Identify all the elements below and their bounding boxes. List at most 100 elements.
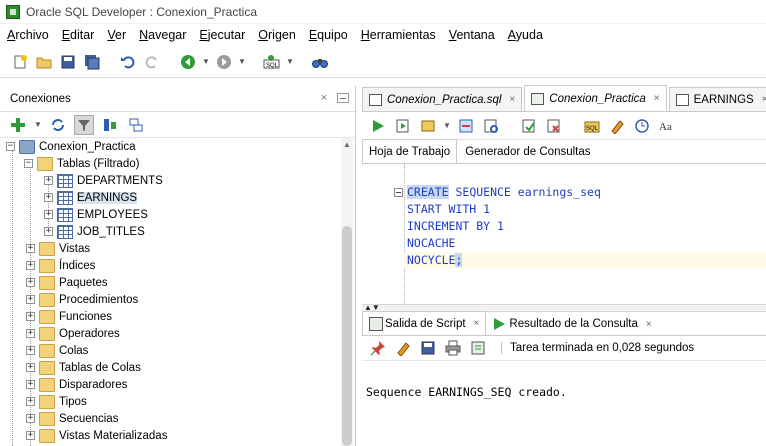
- clear-output-icon[interactable]: [393, 338, 413, 358]
- expand-toggle-icon[interactable]: +: [26, 261, 35, 270]
- expand-toggle-icon[interactable]: +: [44, 227, 53, 236]
- history-icon[interactable]: [632, 116, 652, 136]
- menu-origen[interactable]: Origen: [251, 28, 302, 42]
- close-icon[interactable]: ×: [646, 319, 652, 330]
- tree-item-folder[interactable]: + Disparadores: [26, 376, 127, 393]
- scroll-up-icon[interactable]: ▲: [343, 140, 351, 149]
- save-all-icon[interactable]: [82, 52, 102, 72]
- rollback-icon[interactable]: [544, 116, 564, 136]
- pin-icon[interactable]: [368, 338, 388, 358]
- chevron-down-icon[interactable]: ▼: [34, 120, 42, 129]
- expand-toggle-icon[interactable]: +: [26, 312, 35, 321]
- expand-toggle-icon[interactable]: +: [44, 176, 53, 185]
- tree-item-tables[interactable]: − Tablas (Filtrado): [24, 155, 139, 172]
- back-icon[interactable]: [178, 52, 198, 72]
- expand-toggle-icon[interactable]: +: [26, 244, 35, 253]
- expand-toggle-icon[interactable]: +: [44, 193, 53, 202]
- expand-toggle-icon[interactable]: +: [26, 329, 35, 338]
- tree-item-folder[interactable]: + Procedimientos: [26, 291, 138, 308]
- chevron-down-icon[interactable]: ▼: [443, 121, 451, 130]
- filter-icon[interactable]: [74, 114, 94, 135]
- menu-ejecutar[interactable]: Ejecutar: [192, 28, 251, 42]
- collapse-toggle-icon[interactable]: −: [6, 142, 15, 151]
- tree-item-folder[interactable]: + Índices: [26, 257, 95, 274]
- run-statement-icon[interactable]: [368, 116, 388, 136]
- schema-browser-icon[interactable]: [100, 115, 120, 135]
- tree-item-folder[interactable]: + Vistas: [26, 240, 90, 257]
- chevron-down-icon[interactable]: ▼: [238, 57, 246, 66]
- menu-editar[interactable]: Editar: [55, 28, 101, 42]
- close-icon[interactable]: ×: [474, 318, 480, 329]
- expand-toggle-icon[interactable]: +: [26, 295, 35, 304]
- tab-conexion-practica[interactable]: Conexion_Practica ×: [524, 85, 667, 111]
- tree-item-folder[interactable]: + Secuencias: [26, 410, 118, 427]
- expand-toggle-icon[interactable]: +: [44, 210, 53, 219]
- menu-herramientas[interactable]: Herramientas: [354, 28, 442, 42]
- print-icon[interactable]: [443, 338, 463, 358]
- tree-item-folder[interactable]: + Operadores: [26, 325, 120, 342]
- tab-earnings[interactable]: EARNINGS ×: [668, 87, 766, 111]
- script-output-area[interactable]: Sequence EARNINGS_SEQ creado.: [362, 360, 766, 446]
- unshared-sql-icon[interactable]: SQL: [582, 116, 602, 136]
- sql-icon[interactable]: SQL: [262, 52, 282, 72]
- expand-toggle-icon[interactable]: +: [26, 380, 35, 389]
- tab-generador-de-consultas[interactable]: Generador de Consultas: [459, 141, 596, 163]
- tab-conexion-practica-sql[interactable]: Conexion_Practica.sql ×: [362, 87, 523, 111]
- tree-item-connection[interactable]: − Conexion_Practica: [6, 138, 136, 155]
- tree-scrollbar[interactable]: ▲: [341, 138, 353, 446]
- close-icon[interactable]: ×: [509, 94, 515, 105]
- fold-toggle-icon[interactable]: [394, 188, 403, 197]
- menu-ventana[interactable]: Ventana: [442, 28, 501, 42]
- output-to-file-icon[interactable]: [468, 338, 488, 358]
- tree-item-folder[interactable]: + Tipos: [26, 393, 87, 410]
- tree-item-table[interactable]: + EMPLOYEES: [44, 206, 148, 223]
- tree-item-folder[interactable]: + Funciones: [26, 308, 112, 325]
- menu-equipo[interactable]: Equipo: [302, 28, 354, 42]
- menu-ver[interactable]: Ver: [100, 28, 132, 42]
- open-icon[interactable]: [34, 52, 54, 72]
- menu-ayuda[interactable]: Ayuda: [501, 28, 549, 42]
- expand-toggle-icon[interactable]: +: [26, 431, 35, 440]
- close-icon[interactable]: ×: [654, 93, 660, 104]
- collapse-icon[interactable]: [126, 115, 146, 135]
- tree-item-table[interactable]: + JOB_TITLES: [44, 223, 145, 240]
- new-icon[interactable]: [10, 52, 30, 72]
- menu-navegar[interactable]: Navegar: [132, 28, 192, 42]
- save-output-icon[interactable]: [418, 338, 438, 358]
- refresh-icon[interactable]: [48, 115, 68, 135]
- add-connection-icon[interactable]: [8, 115, 28, 135]
- tab-salida-de-script[interactable]: Salida de Script ×: [362, 311, 487, 335]
- tree-item-folder[interactable]: + Tablas de Colas: [26, 359, 141, 376]
- expand-toggle-icon[interactable]: +: [26, 414, 35, 423]
- chevron-down-icon[interactable]: ▼: [202, 57, 210, 66]
- sql-tuning-icon[interactable]: [481, 116, 501, 136]
- close-icon[interactable]: ×: [762, 94, 766, 105]
- scrollbar-thumb[interactable]: [342, 226, 352, 446]
- redo-icon[interactable]: [142, 52, 162, 72]
- explain-plan-icon[interactable]: [456, 116, 476, 136]
- binoculars-icon[interactable]: [310, 52, 330, 72]
- expand-toggle-icon[interactable]: +: [26, 397, 35, 406]
- expand-toggle-icon[interactable]: +: [26, 278, 35, 287]
- tree-item-folder[interactable]: + Colas: [26, 342, 88, 359]
- format-case-icon[interactable]: Aa: [657, 116, 677, 136]
- tab-resultado-de-la-consulta[interactable]: Resultado de la Consulta ×: [486, 313, 657, 335]
- tree-item-folder[interactable]: + Paquetes: [26, 274, 108, 291]
- run-script-icon[interactable]: [393, 116, 413, 136]
- clear-icon[interactable]: [607, 116, 627, 136]
- expand-toggle-icon[interactable]: +: [26, 346, 35, 355]
- undo-icon[interactable]: [118, 52, 138, 72]
- minimize-icon[interactable]: [337, 93, 349, 103]
- forward-icon[interactable]: [214, 52, 234, 72]
- commit-icon[interactable]: [519, 116, 539, 136]
- sql-editor[interactable]: CREATE SEQUENCE earnings_seq START WITH …: [362, 164, 766, 304]
- tree-item-table-selected[interactable]: + EARNINGS: [44, 189, 138, 206]
- expand-toggle-icon[interactable]: +: [26, 363, 35, 372]
- chevron-down-icon[interactable]: ▼: [286, 57, 294, 66]
- tree-item-folder[interactable]: + Vistas Materializadas: [26, 427, 167, 444]
- menu-archivo[interactable]: Archivo: [0, 28, 55, 42]
- autotrace-icon[interactable]: [418, 116, 438, 136]
- close-icon[interactable]: ×: [321, 92, 327, 104]
- collapse-toggle-icon[interactable]: −: [24, 159, 33, 168]
- tree-item-table[interactable]: + DEPARTMENTS: [44, 172, 163, 189]
